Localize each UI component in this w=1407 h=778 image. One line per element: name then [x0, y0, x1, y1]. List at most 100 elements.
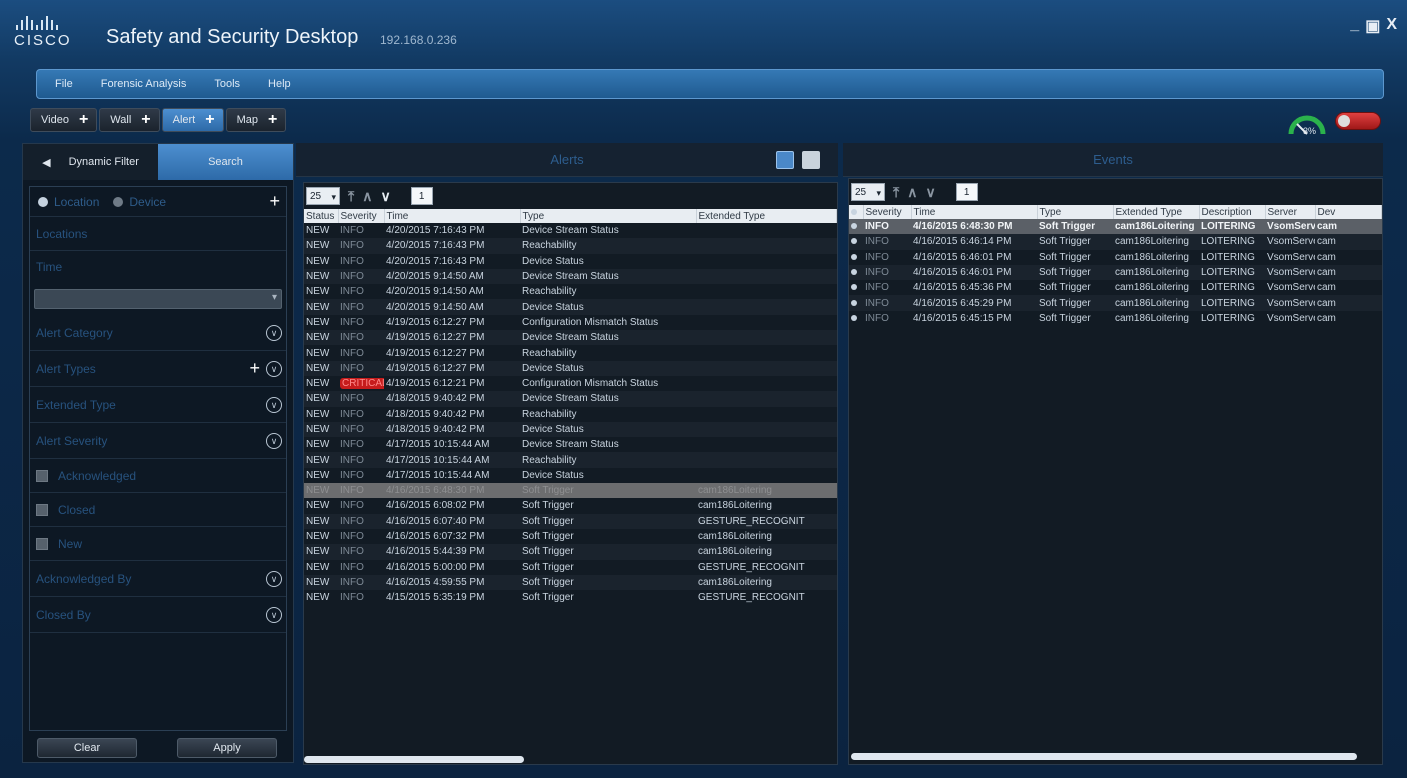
split-view-icon[interactable]	[776, 151, 794, 169]
clear-button[interactable]: Clear	[37, 738, 137, 758]
table-row[interactable]: NEW INFO 4/19/2015 6:12:27 PM Device Status	[304, 360, 837, 376]
tab-dynamic-filter[interactable]: ◀ Dynamic Filter	[23, 144, 158, 180]
table-row[interactable]: NEW INFO 4/19/2015 6:12:27 PM Reachability	[304, 345, 837, 361]
table-row[interactable]: INFO 4/16/2015 6:46:01 PM Soft Trigger cam1…	[849, 249, 1382, 265]
column-header[interactable]: Type	[1037, 205, 1114, 219]
radio-location[interactable]: Location	[38, 195, 99, 209]
page-number-input[interactable]: 1	[955, 183, 978, 201]
page-size-select[interactable]: 25	[851, 183, 885, 202]
column-header[interactable]: Dev	[1315, 205, 1382, 219]
menu-tools[interactable]: Tools	[214, 78, 240, 90]
table-row[interactable]: NEW INFO 4/16/2015 5:44:39 PM Soft Trigger c…	[304, 544, 837, 560]
checkbox-acknowledged[interactable]: Acknowledged	[30, 459, 286, 493]
add-alert-type-icon[interactable]: +	[249, 358, 260, 379]
collapse-left-icon[interactable]: ◀	[42, 156, 50, 169]
maximize-button[interactable]: ▣	[1365, 16, 1380, 36]
stacked-view-icon[interactable]	[802, 151, 820, 169]
tab-wall[interactable]: Wall +	[99, 108, 160, 132]
menu-file[interactable]: File	[55, 78, 73, 90]
table-row[interactable]: NEW INFO 4/17/2015 10:15:44 AM Device Strea…	[304, 437, 837, 453]
table-row[interactable]: NEW INFO 4/18/2015 9:40:42 PM Reachability	[304, 406, 837, 422]
first-page-icon[interactable]: ⤒	[893, 184, 899, 201]
prev-page-icon[interactable]: ∧	[362, 188, 372, 205]
locations-field[interactable]: Locations	[30, 217, 286, 251]
menu-help[interactable]: Help	[268, 78, 291, 90]
table-row[interactable]: INFO 4/16/2015 6:46:01 PM Soft Trigger cam1…	[849, 264, 1382, 281]
alert-severity-filter[interactable]: Alert Severity ∨	[30, 423, 286, 459]
expand-chevron-icon[interactable]: ∨	[266, 432, 282, 449]
table-row[interactable]: NEW INFO 4/16/2015 4:59:55 PM Soft Trigger c…	[304, 574, 837, 591]
table-row[interactable]: NEW CRITICAL 4/19/2015 6:12:21 PM Configura…	[304, 375, 837, 392]
add-video-icon[interactable]: +	[79, 111, 88, 129]
events-horizontal-scrollbar[interactable]	[851, 753, 1357, 760]
column-header[interactable]: Extended Type	[1113, 205, 1200, 219]
column-header[interactable]: Time	[384, 209, 521, 223]
table-row[interactable]: INFO 4/16/2015 6:48:30 PM Soft Trigger cam1…	[849, 219, 1382, 235]
tab-alert[interactable]: Alert +	[161, 108, 224, 132]
radio-device[interactable]: Device	[113, 195, 166, 209]
table-row[interactable]: NEW INFO 4/16/2015 5:00:00 PM Soft Trigger G…	[304, 559, 837, 575]
column-header[interactable]: Severity	[863, 205, 912, 219]
expand-chevron-icon[interactable]: ∨	[266, 606, 282, 623]
apply-button[interactable]: Apply	[177, 738, 277, 758]
alert-category-filter[interactable]: Alert Category ∨	[30, 315, 286, 351]
column-header[interactable]: Status	[304, 209, 339, 223]
table-row[interactable]: NEW INFO 4/20/2015 9:14:50 AM Device Status	[304, 299, 837, 315]
tab-search[interactable]: Search	[158, 144, 293, 180]
table-row[interactable]: NEW INFO 4/17/2015 10:15:44 AM Device Statu…	[304, 467, 837, 484]
close-button[interactable]: X	[1386, 16, 1397, 36]
table-row[interactable]: NEW INFO 4/20/2015 7:16:43 PM Reachability	[304, 238, 837, 254]
table-row[interactable]: INFO 4/16/2015 6:46:14 PM Soft Trigger cam1…	[849, 234, 1382, 250]
table-row[interactable]: NEW INFO 4/16/2015 6:07:40 PM Soft Trigger G…	[304, 513, 837, 529]
extended-type-filter[interactable]: Extended Type ∨	[30, 387, 286, 423]
add-alert-icon[interactable]: +	[205, 111, 214, 129]
table-row[interactable]: NEW INFO 4/20/2015 7:16:43 PM Device Status	[304, 253, 837, 269]
acknowledged-by-filter[interactable]: Acknowledged By ∨	[30, 561, 286, 597]
expand-chevron-icon[interactable]: ∨	[266, 570, 282, 587]
expand-chevron-icon[interactable]: ∨	[266, 396, 282, 413]
alarm-toggle[interactable]	[1335, 112, 1381, 130]
table-row[interactable]: NEW INFO 4/17/2015 10:15:44 AM Reachability	[304, 452, 837, 468]
table-row[interactable]: NEW INFO 4/15/2015 5:35:19 PM Soft Trigger G…	[304, 590, 837, 606]
table-row[interactable]: NEW INFO 4/18/2015 9:40:42 PM Device Status	[304, 421, 837, 438]
checkbox-closed[interactable]: Closed	[30, 493, 286, 527]
column-header[interactable]: Severity	[338, 209, 385, 223]
page-number-input[interactable]: 1	[410, 187, 433, 205]
next-page-icon[interactable]: ∨	[380, 188, 390, 205]
table-row[interactable]: NEW INFO 4/20/2015 9:14:50 AM Device Stream…	[304, 268, 837, 285]
expand-chevron-icon[interactable]: ∨	[266, 360, 282, 377]
tab-video[interactable]: Video +	[30, 108, 98, 132]
table-row[interactable]: INFO 4/16/2015 6:45:15 PM Soft Trigger cam1…	[849, 310, 1382, 327]
add-wall-icon[interactable]: +	[141, 111, 150, 129]
table-row[interactable]: NEW INFO 4/20/2015 9:14:50 AM Reachability	[304, 284, 837, 300]
prev-page-icon[interactable]: ∧	[907, 184, 917, 201]
first-page-icon[interactable]: ⤒	[348, 188, 354, 205]
table-row[interactable]: NEW INFO 4/19/2015 6:12:27 PM Configuration…	[304, 314, 837, 331]
column-header[interactable]: Extended Type	[696, 209, 837, 223]
next-page-icon[interactable]: ∨	[925, 184, 935, 201]
add-scope-icon[interactable]: +	[269, 191, 280, 212]
table-row[interactable]: INFO 4/16/2015 6:45:36 PM Soft Trigger cam1…	[849, 280, 1382, 296]
time-select[interactable]	[34, 289, 282, 309]
column-header[interactable]	[849, 205, 864, 219]
column-header[interactable]: Time	[911, 205, 1038, 219]
table-row[interactable]: NEW INFO 4/18/2015 9:40:42 PM Device Stream…	[304, 391, 837, 407]
checkbox-new[interactable]: New	[30, 527, 286, 561]
column-header[interactable]: Server	[1265, 205, 1316, 219]
closed-by-filter[interactable]: Closed By ∨	[30, 597, 286, 633]
add-map-icon[interactable]: +	[268, 111, 277, 129]
menu-forensic-analysis[interactable]: Forensic Analysis	[101, 78, 187, 90]
page-size-select[interactable]: 25	[306, 187, 340, 206]
tab-map[interactable]: Map +	[225, 108, 287, 132]
column-header[interactable]: Type	[520, 209, 697, 223]
table-row[interactable]: NEW INFO 4/20/2015 7:16:43 PM Device Stream…	[304, 223, 837, 239]
alert-types-filter[interactable]: Alert Types + ∨	[30, 351, 286, 387]
table-row[interactable]: NEW INFO 4/16/2015 6:07:32 PM Soft Trigger c…	[304, 528, 837, 545]
alerts-horizontal-scrollbar[interactable]	[304, 756, 524, 763]
table-row[interactable]: NEW INFO 4/19/2015 6:12:27 PM Device Stream…	[304, 330, 837, 346]
table-row[interactable]: INFO 4/16/2015 6:45:29 PM Soft Trigger cam1…	[849, 295, 1382, 311]
column-header[interactable]: Description	[1199, 205, 1266, 219]
table-row[interactable]: NEW INFO 4/16/2015 6:08:02 PM Soft Trigger c…	[304, 498, 837, 514]
minimize-button[interactable]: _	[1350, 16, 1359, 36]
table-row[interactable]: NEW INFO 4/16/2015 6:48:30 PM Soft Trigger c…	[304, 483, 837, 499]
